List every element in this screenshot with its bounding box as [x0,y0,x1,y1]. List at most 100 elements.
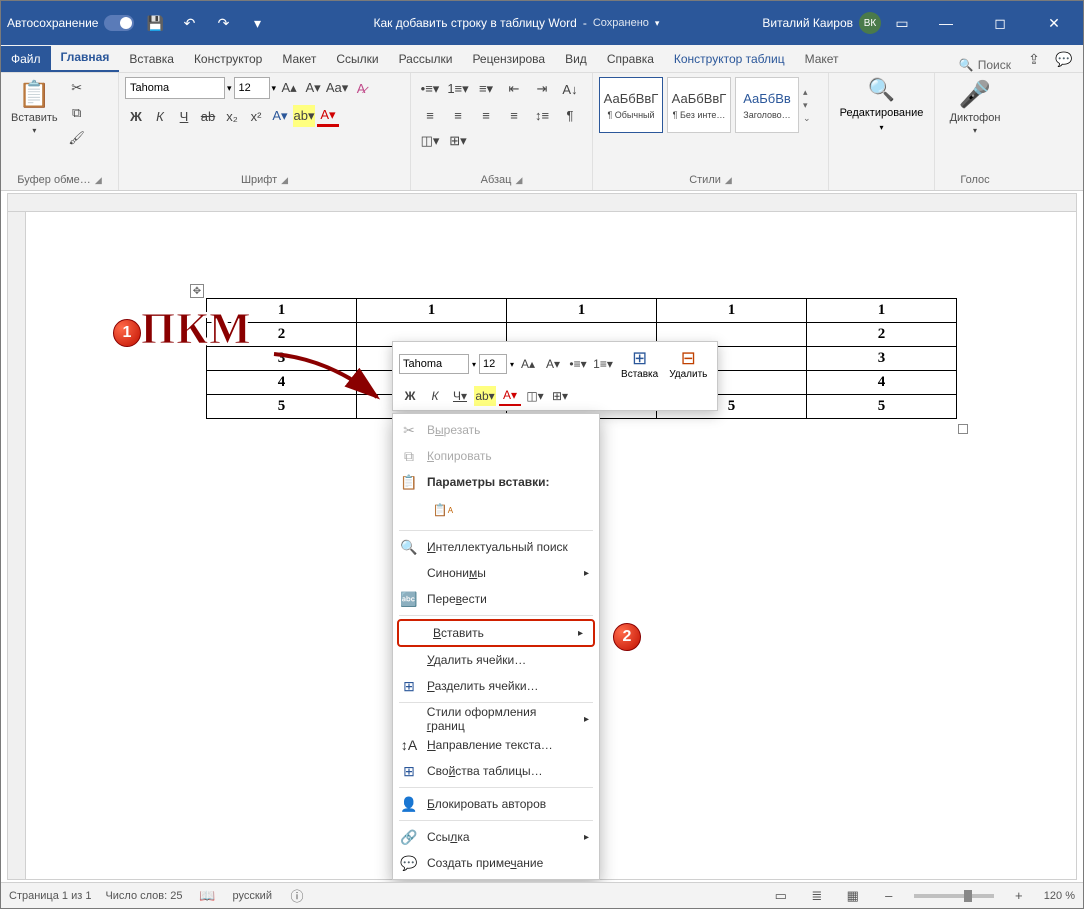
tab-table-design[interactable]: Конструктор таблиц [664,46,795,72]
mini-delete-button[interactable]: ⊟Удалить [665,346,711,382]
font-name-input[interactable] [125,77,225,99]
user-account[interactable]: Виталий Каиров ВК [762,12,881,34]
share-icon[interactable]: ⇪ [1021,46,1047,72]
mini-italic[interactable]: К [424,386,446,406]
shading-icon[interactable]: ◫▾ [417,129,443,153]
highlight-icon[interactable]: ab▾ [293,105,315,127]
read-mode-icon[interactable]: ▭ [770,888,792,904]
align-left-icon[interactable]: ≡ [417,103,443,127]
ctx-link[interactable]: 🔗Ссылка▸ [393,824,599,850]
style-no-spacing[interactable]: АаБбВвГ ¶ Без инте… [667,77,731,133]
borders-icon[interactable]: ⊞▾ [445,129,471,153]
word-count[interactable]: Число слов: 25 [105,890,182,902]
font-color-icon[interactable]: A▾ [317,105,339,127]
tab-review[interactable]: Рецензирова [462,46,555,72]
tab-view[interactable]: Вид [555,46,597,72]
paste-button[interactable]: 📋 Вставить ▾ [7,77,62,137]
mini-underline-icon[interactable]: Ч▾ [449,386,471,406]
shrink-font-icon[interactable]: A▾ [302,77,324,99]
launcher-icon[interactable]: ◢ [281,175,288,186]
ctx-delete-cells[interactable]: Удалить ячейки… [393,647,599,673]
copy-icon[interactable]: ⧉ [66,102,88,124]
close-button[interactable]: ✕ [1031,8,1077,38]
ctx-table-properties[interactable]: ⊞Свойства таблицы… [393,758,599,784]
zoom-level[interactable]: 120 % [1044,890,1075,902]
ctx-smart-lookup[interactable]: 🔍Интеллектуальный поиск [393,534,599,560]
web-layout-icon[interactable]: ▦ [842,888,864,904]
paste-keep-text-icon[interactable]: 📋A [429,497,457,523]
numbering-icon[interactable]: 1≡▾ [445,77,471,101]
font-size-input[interactable] [234,77,270,99]
mini-bold[interactable]: Ж [399,386,421,406]
subscript-icon[interactable]: x₂ [221,105,243,127]
strike-button[interactable]: ab [197,105,219,127]
mini-shading-icon[interactable]: ◫▾ [524,386,546,406]
tab-insert[interactable]: Вставка [119,46,184,72]
save-icon[interactable]: 💾 [142,10,168,36]
spellcheck-icon[interactable]: 📖 [197,888,219,904]
multilevel-icon[interactable]: ≡▾ [473,77,499,101]
align-right-icon[interactable]: ≡ [473,103,499,127]
mini-grow-font-icon[interactable]: A▴ [517,354,539,374]
toggle-switch-icon[interactable] [104,15,134,31]
ribbon-options-icon[interactable]: ▭ [889,10,915,36]
ctx-text-direction[interactable]: ↕AНаправление текста… [393,732,599,758]
mini-numbering-icon[interactable]: 1≡▾ [592,354,614,374]
ctx-block-authors[interactable]: 👤Блокировать авторов [393,791,599,817]
tab-layout[interactable]: Макет [272,46,326,72]
mini-font-color-icon[interactable]: A▾ [499,386,521,406]
align-center-icon[interactable]: ≡ [445,103,471,127]
mini-font-name[interactable] [399,354,469,374]
tab-file[interactable]: Файл [1,46,51,72]
mini-borders-icon[interactable]: ⊞▾ [549,386,571,406]
style-normal[interactable]: АаБбВвГ ¶ Обычный [599,77,663,133]
sort-icon[interactable]: A↓ [557,77,583,101]
launcher-icon[interactable]: ◢ [515,175,522,186]
page-count[interactable]: Страница 1 из 1 [9,890,91,902]
undo-icon[interactable]: ↶ [176,10,202,36]
zoom-out-icon[interactable]: – [878,888,900,903]
superscript-icon[interactable]: x² [245,105,267,127]
ctx-new-comment[interactable]: 💬Создать примечание [393,850,599,876]
tab-mailings[interactable]: Рассылки [389,46,463,72]
line-spacing-icon[interactable]: ↕≡ [529,103,555,127]
outdent-icon[interactable]: ⇤ [501,77,527,101]
ctx-copy[interactable]: ⧉Копировать [393,443,599,469]
tab-references[interactable]: Ссылки [326,46,388,72]
cut-icon[interactable]: ✂ [66,77,88,99]
comments-icon[interactable]: 💬 [1051,46,1077,72]
mini-bullets-icon[interactable]: •≡▾ [567,354,589,374]
styles-more-icon[interactable]: ⌄ [803,113,811,124]
text-effects-icon[interactable]: A▾ [269,105,291,127]
language-status[interactable]: русский [233,890,272,902]
redo-icon[interactable]: ↷ [210,10,236,36]
tab-design[interactable]: Конструктор [184,46,272,72]
horizontal-ruler[interactable] [8,194,1076,212]
ctx-split-cells[interactable]: ⊞Разделить ячейки… [393,673,599,699]
launcher-icon[interactable]: ◢ [95,175,102,186]
table-move-handle[interactable]: ✥ [190,284,204,298]
grow-font-icon[interactable]: A▴ [278,77,300,99]
vertical-ruler[interactable] [8,212,26,879]
ctx-synonyms[interactable]: Синонимы▸ [393,560,599,586]
search-box[interactable]: 🔍 Поиск [949,58,1021,72]
tab-table-layout[interactable]: Макет [795,46,849,72]
tab-help[interactable]: Справка [597,46,664,72]
find-icon[interactable]: 🔍 [868,77,895,103]
ctx-cut[interactable]: ✂Вырезать [393,417,599,443]
table-resize-handle[interactable] [958,424,968,434]
print-layout-icon[interactable]: ≣ [806,888,828,904]
indent-icon[interactable]: ⇥ [529,77,555,101]
mini-font-size[interactable] [479,354,507,374]
clear-format-icon[interactable]: A̷ [350,77,372,99]
italic-button[interactable]: К [149,105,171,127]
justify-icon[interactable]: ≡ [501,103,527,127]
minimize-button[interactable]: — [923,8,969,38]
change-case-icon[interactable]: Aa▾ [326,77,348,99]
style-heading1[interactable]: АаБбВв Заголово… [735,77,799,133]
mini-shrink-font-icon[interactable]: A▾ [542,354,564,374]
launcher-icon[interactable]: ◢ [725,175,732,186]
mini-insert-button[interactable]: ⊞Вставка [617,346,662,382]
tab-home[interactable]: Главная [51,44,120,72]
bullets-icon[interactable]: •≡▾ [417,77,443,101]
